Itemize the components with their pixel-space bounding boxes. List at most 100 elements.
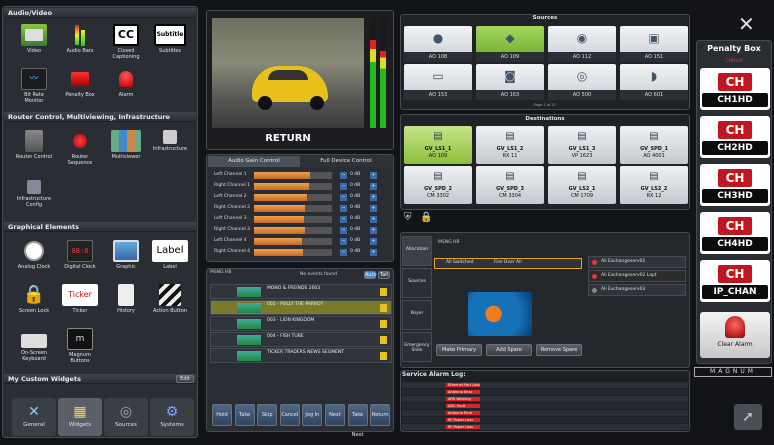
gain-decrease-button[interactable]: − bbox=[340, 227, 347, 234]
destination-button[interactable]: ▤ GV_LS2_2 RX 12 bbox=[620, 166, 688, 204]
widget-analog-clock[interactable]: Analog Clock bbox=[14, 240, 54, 270]
widget-router-sequence[interactable]: Router Sequence bbox=[60, 130, 100, 166]
playlist-control-button[interactable]: Take bbox=[234, 404, 255, 426]
allocation-button[interactable]: Remove Spare bbox=[536, 344, 582, 356]
playlist-event[interactable]: TICKER TRADERS NEWS SEGMENT bbox=[210, 348, 392, 363]
penalty-item[interactable]: CH CH1HD bbox=[700, 68, 770, 110]
alarm-log-row[interactable]: Antenna Error bbox=[402, 389, 688, 395]
widget-screen-lock[interactable]: 🔒 Screen Lock bbox=[14, 284, 54, 315]
allocation-tab[interactable]: Allocation bbox=[402, 236, 432, 266]
source-button[interactable]: ◎ AO 500 bbox=[548, 64, 616, 100]
source-button[interactable]: ◆ AO 109 bbox=[476, 26, 544, 62]
gain-slider[interactable] bbox=[254, 183, 332, 190]
playlist-event[interactable]: MONO & FREINDS 2003 bbox=[210, 284, 392, 299]
expand-icon[interactable]: ➚ bbox=[734, 404, 762, 430]
tab-full-device[interactable]: Full Device Control bbox=[300, 156, 392, 167]
widget-infrastructure[interactable]: Infrastructure bbox=[150, 130, 190, 152]
destination-button[interactable]: ▤ GV_LS1_2 RX 11 bbox=[476, 126, 544, 164]
source-button[interactable]: ▣ AO 151 bbox=[620, 26, 688, 62]
penalty-item[interactable]: CH CH3HD bbox=[700, 164, 770, 206]
widget-ticker[interactable]: Ticker Ticker bbox=[60, 284, 100, 314]
source-button[interactable]: ▭ AO 153 bbox=[404, 64, 472, 100]
play-icon[interactable] bbox=[380, 320, 387, 328]
playlist-control-button[interactable]: Next bbox=[325, 404, 345, 426]
widget-on-screen-keyboard[interactable]: On-Screen Keyboard bbox=[14, 328, 54, 362]
gain-increase-button[interactable]: + bbox=[370, 194, 377, 201]
gain-decrease-button[interactable]: − bbox=[340, 194, 347, 201]
widget-infrastructure-config[interactable]: Infrastructure Config bbox=[14, 180, 54, 208]
edit-button[interactable]: Edit bbox=[176, 375, 194, 383]
gain-increase-button[interactable]: + bbox=[370, 249, 377, 256]
alarm-log-row[interactable]: Ethernet Port Loss bbox=[402, 382, 688, 388]
playlist-control-button[interactable]: Return bbox=[370, 404, 391, 426]
allocation-tab[interactable]: Keyer bbox=[402, 300, 432, 330]
destination-button[interactable]: ▤ GV_LS1_1 AO 109 bbox=[404, 126, 472, 164]
widget-penalty-box[interactable]: Penalty Box bbox=[60, 68, 100, 98]
playlist-control-button[interactable]: Jog In bbox=[302, 404, 323, 426]
shield-icon[interactable]: ⛨ bbox=[404, 212, 412, 223]
gain-increase-button[interactable]: + bbox=[370, 227, 377, 234]
widget-magnum-buttons[interactable]: m Magnum Buttons bbox=[60, 328, 100, 364]
widget-router-control[interactable]: Router Control bbox=[14, 130, 54, 160]
gain-decrease-button[interactable]: − bbox=[340, 238, 347, 245]
gain-increase-button[interactable]: + bbox=[370, 205, 377, 212]
tools-icon[interactable]: ✕ bbox=[738, 12, 755, 36]
destination-button[interactable]: ▤ GV_SPD_3 CM 3304 bbox=[476, 166, 544, 204]
gain-decrease-button[interactable]: − bbox=[340, 249, 347, 256]
source-button[interactable]: ◉ AO 112 bbox=[548, 26, 616, 62]
gain-increase-button[interactable]: + bbox=[370, 216, 377, 223]
gain-decrease-button[interactable]: − bbox=[340, 216, 347, 223]
destination-button[interactable]: ▤ GV_SPD_2 CM 3302 bbox=[404, 166, 472, 204]
widget-label[interactable]: Label Label bbox=[150, 240, 190, 270]
gain-slider[interactable] bbox=[254, 216, 332, 223]
widget-subtitles[interactable]: Subtitle Subtitles bbox=[150, 24, 190, 54]
widget-history[interactable]: History bbox=[106, 284, 146, 314]
destination-button[interactable]: ▤ GV_LS1_3 VP 1623 bbox=[548, 126, 616, 164]
allocation-tab[interactable]: Sources bbox=[402, 268, 432, 298]
gain-increase-button[interactable]: + bbox=[370, 172, 377, 179]
tab-widgets[interactable]: ▦ Widgets bbox=[58, 398, 102, 436]
tab-audio-gain[interactable]: Audio Gain Control bbox=[208, 156, 300, 167]
widget-multiviewer[interactable]: Multiviewer bbox=[106, 130, 146, 160]
gain-slider[interactable] bbox=[254, 172, 332, 179]
playlist-control-button[interactable]: Take Next bbox=[347, 404, 368, 438]
penalty-item[interactable]: CH CH4HD bbox=[700, 212, 770, 254]
gain-increase-button[interactable]: + bbox=[370, 238, 377, 245]
tail-button[interactable]: Tail bbox=[378, 271, 390, 279]
allocation-alarm[interactable]: Ali Exchangeserv02 Lapt bbox=[588, 270, 686, 282]
widget-audio-bars[interactable]: Audio Bars bbox=[60, 24, 100, 54]
widget-bit-rate-monitor[interactable]: 〰 Bit Rate Monitor bbox=[14, 68, 54, 104]
clear-alarm-button[interactable]: Clear Alarm bbox=[700, 312, 770, 358]
lock-icon[interactable]: 🔒 bbox=[420, 212, 432, 223]
source-button[interactable]: ◗ AO 601 bbox=[620, 64, 688, 100]
gain-increase-button[interactable]: + bbox=[370, 183, 377, 190]
gain-slider[interactable] bbox=[254, 205, 332, 212]
source-button[interactable]: ◙ AO 163 bbox=[476, 64, 544, 100]
destination-button[interactable]: ▤ GV_LS2_1 CM 1709 bbox=[548, 166, 616, 204]
tab-systems[interactable]: ⚙ Systems bbox=[150, 398, 194, 436]
playlist-control-button[interactable]: Hold bbox=[212, 404, 232, 426]
auto-button[interactable]: Auto bbox=[364, 271, 377, 279]
gain-decrease-button[interactable]: − bbox=[340, 205, 347, 212]
widget-action-button[interactable]: Action Button bbox=[150, 284, 190, 314]
widget-alarm[interactable]: Alarm bbox=[106, 68, 146, 98]
gain-slider[interactable] bbox=[254, 238, 332, 245]
playlist-event[interactable]: 002 - POLLY THE PARROT bbox=[210, 300, 392, 315]
allocation-button[interactable]: Make Primary bbox=[436, 344, 482, 356]
widget-closed-captioning[interactable]: CC Closed Captioning bbox=[106, 24, 146, 60]
tab-general[interactable]: ✕ General bbox=[12, 398, 56, 436]
video-preview[interactable] bbox=[212, 18, 364, 128]
play-icon[interactable] bbox=[380, 304, 387, 312]
gain-slider[interactable] bbox=[254, 194, 332, 201]
alarm-log-row[interactable]: APD Warning bbox=[402, 396, 688, 402]
allocation-alarm[interactable]: Ali Exchangeserv01 bbox=[588, 256, 686, 268]
allocation-tab[interactable]: Emergency Slide bbox=[402, 332, 432, 362]
tab-sources[interactable]: ◎ Sources bbox=[104, 398, 148, 436]
gain-slider[interactable] bbox=[254, 249, 332, 256]
allocation-alarm[interactable]: Ali Exchangeserv03 bbox=[588, 284, 686, 296]
play-icon[interactable] bbox=[380, 288, 387, 296]
playlist-control-button[interactable]: Cancel bbox=[279, 404, 300, 426]
playlist-control-button[interactable]: Skip bbox=[257, 404, 278, 426]
penalty-item[interactable]: CH IP_CHAN bbox=[700, 260, 770, 302]
playlist-event[interactable]: 003 - LION KINGDOM bbox=[210, 316, 392, 331]
